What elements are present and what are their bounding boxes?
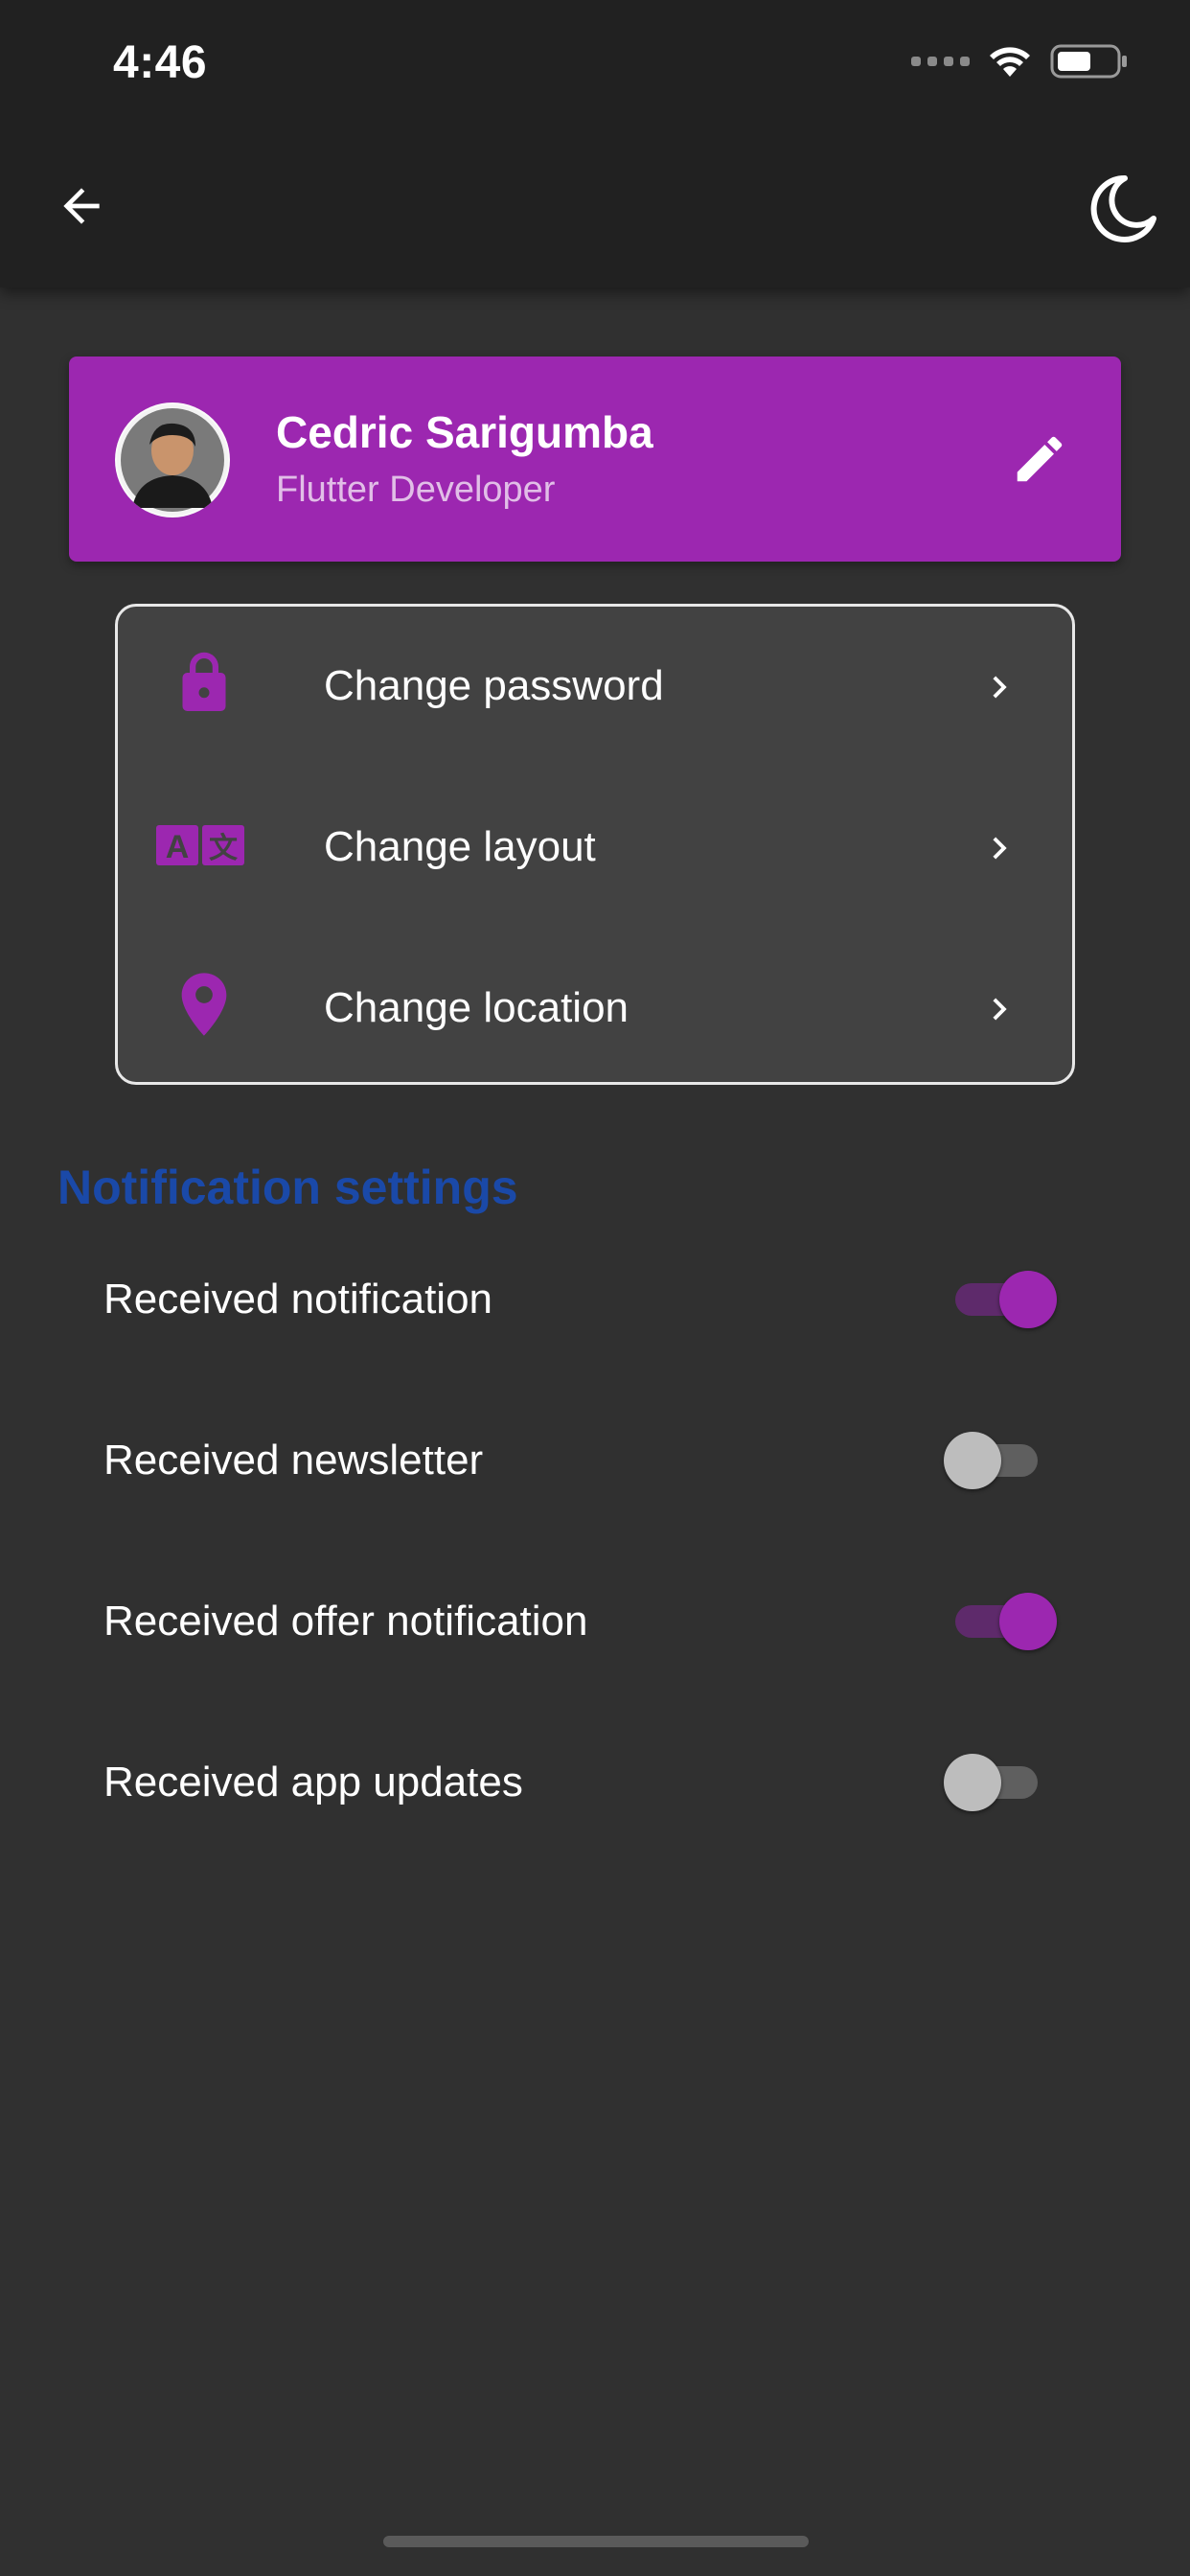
wifi-icon: [990, 47, 1030, 77]
profile-card[interactable]: Cedric Sarigumba Flutter Developer: [69, 356, 1121, 562]
app-bar: 4:46: [0, 0, 1190, 288]
location-pin-icon: [156, 971, 262, 1047]
option-change-location[interactable]: Change location: [118, 929, 1072, 1090]
chevron-right-icon: [971, 819, 1028, 877]
offer-notification-switch[interactable]: [944, 1593, 1059, 1650]
setting-received-offer-notification: Received offer notification: [0, 1541, 1190, 1702]
setting-received-notification: Received notification: [0, 1219, 1190, 1380]
theme-toggle-button[interactable]: [1085, 171, 1161, 247]
cellular-signal-icon: [911, 57, 970, 66]
setting-label: Received notification: [103, 1276, 493, 1322]
status-icons: [911, 40, 1129, 82]
edit-profile-button[interactable]: [1006, 426, 1073, 493]
chevron-right-icon: [971, 980, 1028, 1038]
svg-text:A: A: [166, 829, 190, 865]
setting-received-app-updates: Received app updates: [0, 1702, 1190, 1863]
svg-text:文: 文: [209, 832, 238, 865]
profile-name: Cedric Sarigumba: [276, 407, 653, 457]
home-indicator[interactable]: [383, 2536, 809, 2547]
status-time: 4:46: [113, 37, 208, 88]
chevron-right-icon: [971, 658, 1028, 716]
avatar: [115, 402, 230, 518]
option-label: Change location: [324, 984, 629, 1031]
setting-label: Received app updates: [103, 1759, 523, 1806]
settings-screen: 4:46 Cedric Sarigumba Flutter Developer …: [0, 0, 1190, 2576]
back-button[interactable]: [48, 172, 115, 240]
moon-icon: [1090, 174, 1156, 242]
option-label: Change layout: [324, 823, 596, 870]
arrow-back-icon: [63, 188, 100, 224]
option-change-password[interactable]: Change password: [118, 607, 1072, 768]
account-options-card: Change password A 文 Change layout Change…: [115, 604, 1075, 1085]
translate-icon: A 文: [156, 810, 262, 886]
setting-received-newsletter: Received newsletter: [0, 1380, 1190, 1541]
battery-icon: [1050, 44, 1127, 79]
setting-label: Received newsletter: [103, 1437, 484, 1484]
notification-settings-title: Notification settings: [57, 1161, 518, 1214]
notification-switch[interactable]: [944, 1271, 1059, 1328]
newsletter-switch[interactable]: [944, 1432, 1059, 1489]
setting-label: Received offer notification: [103, 1598, 588, 1644]
profile-role: Flutter Developer: [276, 470, 556, 510]
pencil-icon: [1017, 436, 1063, 482]
option-label: Change password: [324, 662, 664, 709]
app-updates-switch[interactable]: [944, 1754, 1059, 1811]
option-change-layout[interactable]: A 文 Change layout: [118, 768, 1072, 929]
lock-icon: [156, 649, 262, 725]
